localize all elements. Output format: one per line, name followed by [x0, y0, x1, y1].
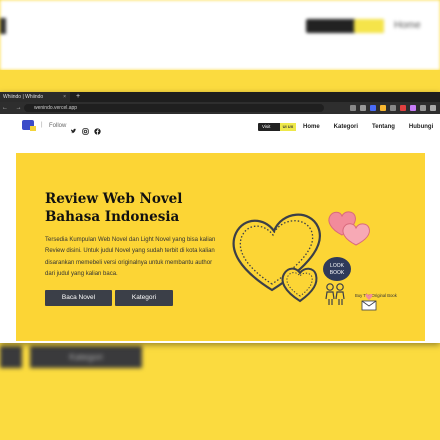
- hearts-illustration: LOOK BOOK Buy The Original Book: [232, 211, 398, 311]
- main-menu: Home Kategori Tentang Hubungi: [303, 124, 433, 130]
- menu-dots-icon[interactable]: [430, 105, 436, 111]
- tab-bar: Whiindo | Whiindo × +: [0, 92, 440, 102]
- share-icon[interactable]: [350, 105, 356, 111]
- address-input[interactable]: wenindo.vercel.app: [24, 104, 324, 112]
- puzzle-icon[interactable]: [420, 105, 426, 111]
- background-logo: [0, 18, 6, 34]
- badge-text-2: BOOK: [330, 270, 345, 276]
- extension-icon[interactable]: [400, 105, 406, 111]
- close-tab-icon[interactable]: ×: [63, 92, 66, 102]
- social-links: [70, 122, 101, 135]
- baca-novel-button[interactable]: Baca Novel: [45, 290, 112, 306]
- twitter-icon[interactable]: [70, 122, 77, 134]
- extension-icon[interactable]: [390, 105, 396, 111]
- pink-hearts-icon: [328, 211, 370, 246]
- hero-title-line-1: Review Web Novel: [45, 191, 183, 207]
- extension-icon[interactable]: [410, 105, 416, 111]
- background-visit-button: [306, 19, 384, 33]
- browser-tab[interactable]: Whiindo | Whiindo ×: [0, 92, 70, 102]
- background-header: Home: [0, 0, 440, 70]
- hero-section: Review Web Novel Bahasa Indonesia Tersed…: [16, 153, 425, 341]
- badge-text-1: LOOK: [330, 263, 345, 269]
- couple-figures-icon: [325, 283, 345, 305]
- kategori-button[interactable]: Kategori: [115, 290, 173, 306]
- new-tab-icon[interactable]: +: [76, 92, 80, 102]
- small-heart-icon: [281, 267, 318, 303]
- extension-icons: [350, 105, 436, 111]
- visit-label: Visit: [262, 124, 271, 129]
- star-icon[interactable]: [360, 105, 366, 111]
- menu-item-tentang[interactable]: Tentang: [372, 124, 395, 130]
- tab-title: Whiindo | Whiindo: [3, 94, 44, 100]
- divider: |: [41, 122, 43, 128]
- background-menu-item: Home: [394, 20, 421, 31]
- background-button-2: Kategori: [30, 346, 142, 368]
- address-bar-row: ← → ↻ wenindo.vercel.app: [0, 102, 440, 114]
- instagram-icon[interactable]: [82, 122, 89, 135]
- visit-button[interactable]: Visit UI UX: [258, 123, 296, 131]
- background-button-1: [0, 346, 22, 368]
- extension-icon[interactable]: [370, 105, 376, 111]
- menu-item-kategori[interactable]: Kategori: [334, 124, 358, 130]
- site-navbar: | Follow Visit UI UX Home Kategori Tenta…: [0, 114, 440, 140]
- menu-item-hubungi[interactable]: Hubungi: [409, 124, 433, 130]
- visit-badge: UI UX: [280, 123, 296, 131]
- look-book-badge: LOOK BOOK: [323, 257, 351, 281]
- hero-title: Review Web Novel Bahasa Indonesia: [45, 190, 245, 226]
- extension-icon[interactable]: [380, 105, 386, 111]
- facebook-icon[interactable]: [94, 122, 101, 135]
- site-logo[interactable]: [22, 120, 36, 131]
- follow-label: Follow: [49, 123, 67, 129]
- hero-title-line-2: Bahasa Indonesia: [45, 209, 180, 225]
- menu-item-home[interactable]: Home: [303, 124, 320, 130]
- background-buttons: Kategori: [0, 346, 150, 370]
- hero-description: Tersedia Kumpulan Web Novel dan Light No…: [45, 237, 216, 277]
- buy-original-book-text: Buy The Original Book: [355, 293, 398, 298]
